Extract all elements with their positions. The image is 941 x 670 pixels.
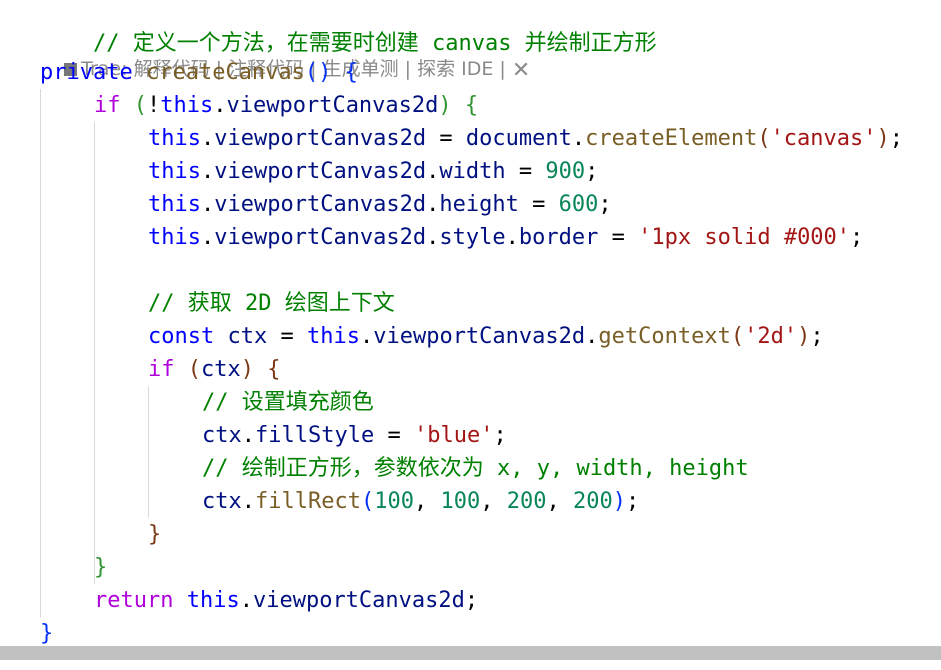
keyword-this: this bbox=[148, 225, 201, 250]
string-literal: '2d' bbox=[744, 324, 798, 349]
property: style bbox=[439, 225, 506, 250]
number-literal: 600 bbox=[558, 192, 599, 217]
method-call: getContext bbox=[598, 324, 731, 349]
property: viewportCanvas2d bbox=[214, 159, 427, 184]
keyword-if: if bbox=[94, 93, 121, 118]
code-line[interactable]: } bbox=[148, 518, 161, 551]
code-line[interactable]: } bbox=[40, 617, 53, 646]
parens: () bbox=[304, 60, 332, 85]
code-line[interactable]: ctx.fillRect(100, 100, 200, 200); bbox=[202, 485, 639, 518]
close-paren: ) bbox=[438, 93, 452, 118]
code-line[interactable]: ctx.fillStyle = 'blue'; bbox=[202, 419, 507, 452]
code-line[interactable]: return this.viewportCanvas2d; bbox=[94, 584, 478, 617]
close-icon[interactable]: ✕ bbox=[512, 58, 530, 83]
code-lens-separator: | bbox=[493, 58, 512, 80]
explore-ide-link[interactable]: 探索 IDE bbox=[417, 58, 493, 80]
string-literal: '1px solid #000' bbox=[638, 225, 851, 250]
variable-ctx: ctx bbox=[202, 423, 242, 448]
semicolon: ; bbox=[889, 126, 904, 151]
variable-ctx: ctx bbox=[201, 357, 241, 382]
property: border bbox=[518, 225, 599, 250]
code-line[interactable]: this.viewportCanvas2d.width = 900; bbox=[148, 155, 598, 188]
code-line[interactable]: private createCanvas() { bbox=[40, 56, 358, 89]
keyword-this: this bbox=[148, 159, 201, 184]
close-paren: ) bbox=[876, 126, 890, 151]
dot: . bbox=[213, 93, 227, 118]
keyword-return: return bbox=[94, 588, 174, 613]
keyword-private: private bbox=[40, 60, 133, 85]
string-literal: 'blue' bbox=[413, 423, 494, 448]
assign-operator: = bbox=[426, 126, 466, 151]
number-literal: 900 bbox=[545, 159, 586, 184]
property: width bbox=[439, 159, 506, 184]
code-line[interactable]: this.viewportCanvas2d = document.createE… bbox=[148, 122, 903, 155]
open-brace: { bbox=[464, 93, 479, 118]
not-operator: ! bbox=[147, 93, 161, 118]
open-paren: ( bbox=[133, 93, 147, 118]
code-line[interactable]: this.viewportCanvas2d.style.border = '1p… bbox=[148, 221, 863, 254]
number-literal: 100 bbox=[440, 489, 481, 514]
code-comment: // 设置填充颜色 bbox=[202, 390, 374, 415]
code-lens-bar: Trae: 解释代码 | 注释代码 | 生成单测 | 探索 IDE | ✕ bbox=[40, 27, 530, 83]
code-comment: // 获取 2D 绘图上下文 bbox=[148, 291, 395, 316]
code-line[interactable]: // 获取 2D 绘图上下文 bbox=[148, 287, 395, 320]
number-literal: 200 bbox=[572, 489, 613, 514]
open-paren: ( bbox=[757, 126, 771, 151]
indent-guide bbox=[40, 89, 41, 617]
property: viewportCanvas2d bbox=[214, 192, 427, 217]
scrollbar-thumb[interactable] bbox=[0, 646, 941, 660]
property: viewportCanvas2d bbox=[214, 225, 427, 250]
code-editor[interactable]: // 定义一个方法，在需要时创建 canvas 并绘制正方形 Trae: 解释代… bbox=[0, 0, 941, 646]
string-literal: 'canvas' bbox=[770, 126, 877, 151]
code-line[interactable]: // 绘制正方形，参数依次为 x, y, width, height bbox=[202, 452, 749, 485]
code-line[interactable]: const ctx = this.viewportCanvas2d.getCon… bbox=[148, 320, 824, 353]
indent-guide bbox=[148, 386, 149, 518]
variable-ctx: ctx bbox=[227, 324, 268, 349]
keyword-this: this bbox=[148, 192, 201, 217]
variable-ctx: ctx bbox=[202, 489, 242, 514]
number-literal: 100 bbox=[374, 489, 414, 514]
method-call: createElement bbox=[585, 126, 758, 151]
document-object: document bbox=[465, 126, 572, 151]
code-lens-separator: | bbox=[398, 58, 418, 80]
close-brace: } bbox=[148, 522, 162, 547]
code-line[interactable]: } bbox=[94, 551, 107, 584]
keyword-this: this bbox=[186, 588, 240, 613]
code-comment: // 绘制正方形，参数依次为 x, y, width, height bbox=[202, 456, 749, 481]
keyword-this: this bbox=[160, 93, 214, 118]
keyword-const: const bbox=[148, 324, 215, 349]
code-line-comment-header[interactable]: // 定义一个方法，在需要时创建 canvas 并绘制正方形 bbox=[40, 0, 657, 56]
property: viewportCanvas2d bbox=[373, 324, 586, 349]
method-call: fillRect bbox=[255, 489, 361, 514]
keyword-if: if bbox=[148, 357, 175, 382]
method-name: createCanvas bbox=[145, 60, 305, 85]
property: height bbox=[439, 192, 519, 217]
close-brace: } bbox=[40, 621, 54, 646]
keyword-this: this bbox=[306, 324, 360, 349]
property: viewportCanvas2d bbox=[252, 588, 465, 613]
keyword-this: this bbox=[148, 126, 201, 151]
close-brace: } bbox=[94, 555, 108, 580]
open-brace: { bbox=[344, 60, 358, 85]
indent-guide bbox=[94, 122, 95, 584]
code-line[interactable]: // 设置填充颜色 bbox=[202, 386, 374, 419]
property: viewportCanvas2d bbox=[226, 93, 439, 118]
number-literal: 200 bbox=[506, 489, 547, 514]
code-line[interactable]: if (ctx) { bbox=[148, 353, 281, 386]
property: viewportCanvas2d bbox=[214, 126, 427, 151]
property: fillStyle bbox=[255, 423, 375, 448]
code-line[interactable]: if (!this.viewportCanvas2d) { bbox=[94, 89, 478, 122]
code-line[interactable]: this.viewportCanvas2d.height = 600; bbox=[148, 188, 612, 221]
horizontal-scrollbar[interactable] bbox=[0, 646, 941, 660]
